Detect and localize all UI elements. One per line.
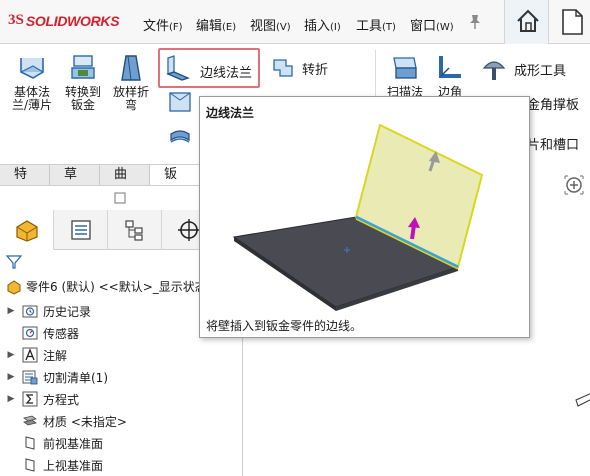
expand-arrow-icon[interactable]: ▶ (0, 394, 22, 404)
edge-flange-button[interactable]: 边线法兰 (158, 48, 260, 88)
sketched-bend-button[interactable] (166, 126, 194, 152)
logo-text: SOLIDWORKS (25, 12, 120, 29)
logo-mark: 3S (8, 12, 24, 28)
forming-tool-icon (482, 61, 506, 80)
tree-item-label: 历史记录 (43, 304, 92, 319)
new-document-icon[interactable] (560, 8, 584, 36)
annotations-icon (22, 347, 38, 363)
sketched-bend-icon (170, 130, 190, 143)
filter-icon[interactable] (6, 254, 22, 270)
swept-flange-icon (393, 57, 417, 79)
tooltip-description: 将壁插入到钣金零件的边线。 (206, 319, 363, 333)
tree-item-annotations[interactable]: ▶ 注解 (0, 344, 67, 366)
base-flange-label: 基体法 兰/薄片 (11, 85, 53, 112)
lofted-bend-label: 放样折 弯 (112, 85, 149, 112)
forming-tool-label: 成形工具 (514, 63, 567, 79)
expand-arrow-icon[interactable]: ▶ (0, 350, 22, 360)
tree-item-front-plane[interactable]: 前视基准面 (0, 432, 103, 454)
swept-flange-button[interactable]: 扫描法 (382, 52, 428, 99)
property-manager-icon (70, 220, 91, 240)
crosshair-icon (177, 219, 200, 241)
tree-item-equations[interactable]: ▶ 方程式 (0, 388, 79, 410)
jog-icon (273, 59, 293, 77)
sensor-icon (22, 326, 38, 340)
menu-window[interactable]: 窗口(W) (410, 15, 454, 34)
tab-configuration-manager[interactable] (108, 210, 162, 250)
home-button[interactable] (504, 0, 549, 44)
tree-item-label: 方程式 (43, 392, 80, 407)
jog-button[interactable]: 转折 (270, 56, 328, 80)
lofted-bend-button[interactable]: 放样折 弯 (108, 52, 154, 112)
base-flange-button[interactable]: 基体法 兰/薄片 (6, 52, 58, 112)
tree-item-history[interactable]: ▶ 历史记录 (0, 300, 91, 322)
menu-tools[interactable]: 工具(T) (356, 15, 396, 34)
zoom-to-fit-icon[interactable] (563, 174, 585, 196)
command-tabs: 特征 草图 曲面 钣金 (0, 164, 200, 202)
hem-button[interactable] (166, 90, 194, 116)
tab-features[interactable]: 特征 (0, 165, 50, 202)
tab-feature-manager[interactable] (0, 210, 54, 250)
title-bar: 3S SOLIDWORKS 文件(F) 编辑(E) 视图(V) 插入(I) 工具… (0, 0, 590, 44)
base-flange-icon (20, 58, 44, 79)
tree-item-cut-list[interactable]: ▶ 切割清单(1) (0, 366, 108, 388)
feature-tree-icon (15, 220, 38, 242)
tab-property-manager[interactable] (54, 210, 108, 250)
tree-item-sensors[interactable]: 传感器 (0, 322, 79, 344)
menu-edit[interactable]: 编辑(E) (196, 15, 236, 34)
lofted-bend-icon (121, 55, 141, 81)
convert-to-sheet-metal-icon (71, 55, 95, 79)
forming-tool-button[interactable]: 成形工具 (480, 56, 566, 82)
tree-item-material[interactable]: 材质 <未指定> (0, 410, 127, 432)
menu-insert[interactable]: 插入(I) (304, 15, 341, 34)
panel-grip-icon[interactable] (112, 190, 128, 206)
equations-icon (22, 391, 38, 407)
menu-file[interactable]: 文件(F) (143, 15, 183, 34)
model-edge-fragment (575, 393, 590, 407)
expand-arrow-icon[interactable]: ▶ (0, 306, 22, 316)
history-icon (22, 305, 38, 318)
material-icon (23, 415, 37, 426)
edge-flange-icon (166, 55, 190, 81)
corner-button[interactable]: 边角 (432, 52, 468, 99)
cut-list-icon (22, 370, 38, 385)
tree-item-label: 注解 (43, 348, 68, 363)
part-root-node[interactable]: 零件6 (默认) <<默认>_显示状态 (6, 278, 207, 295)
part-icon (7, 279, 21, 295)
tree-item-label: 传感器 (43, 326, 80, 341)
hem-icon (169, 92, 191, 112)
edge-flange-illustration (232, 123, 484, 311)
plane-icon (25, 436, 35, 450)
tab-surfaces[interactable]: 曲面 (100, 165, 150, 202)
expand-arrow-icon[interactable]: ▶ (0, 372, 22, 382)
tree-item-label: 材质 <未指定> (43, 414, 127, 429)
tab-sheet-metal[interactable]: 钣金 (150, 165, 200, 202)
tree-item-label: 上视基准面 (43, 458, 104, 473)
tree-item-top-plane[interactable]: 上视基准面 (0, 454, 103, 476)
jog-label: 转折 (302, 62, 329, 78)
convert-to-sheet-metal-label: 转换到 钣金 (64, 85, 101, 112)
edge-flange-label: 边线法兰 (200, 66, 253, 81)
plane-icon (25, 458, 35, 472)
home-icon (517, 9, 539, 32)
part-label: 零件6 (默认) <<默认>_显示状态 (26, 280, 207, 294)
corner-icon (439, 56, 461, 78)
tree-item-label: 切割清单(1) (43, 370, 108, 385)
convert-to-sheet-metal-button[interactable]: 转换到 钣金 (60, 52, 106, 112)
menu-view[interactable]: 视图(V) (250, 15, 291, 34)
pin-icon[interactable] (468, 14, 482, 30)
edge-flange-tooltip: 边线法兰 将壁插入到钣金零件的边线。 (199, 96, 530, 338)
solidworks-logo[interactable]: 3S SOLIDWORKS (8, 12, 120, 29)
configuration-manager-icon (124, 220, 143, 241)
tab-sketch[interactable]: 草图 (50, 165, 100, 202)
tree-item-label: 前视基准面 (43, 436, 104, 451)
